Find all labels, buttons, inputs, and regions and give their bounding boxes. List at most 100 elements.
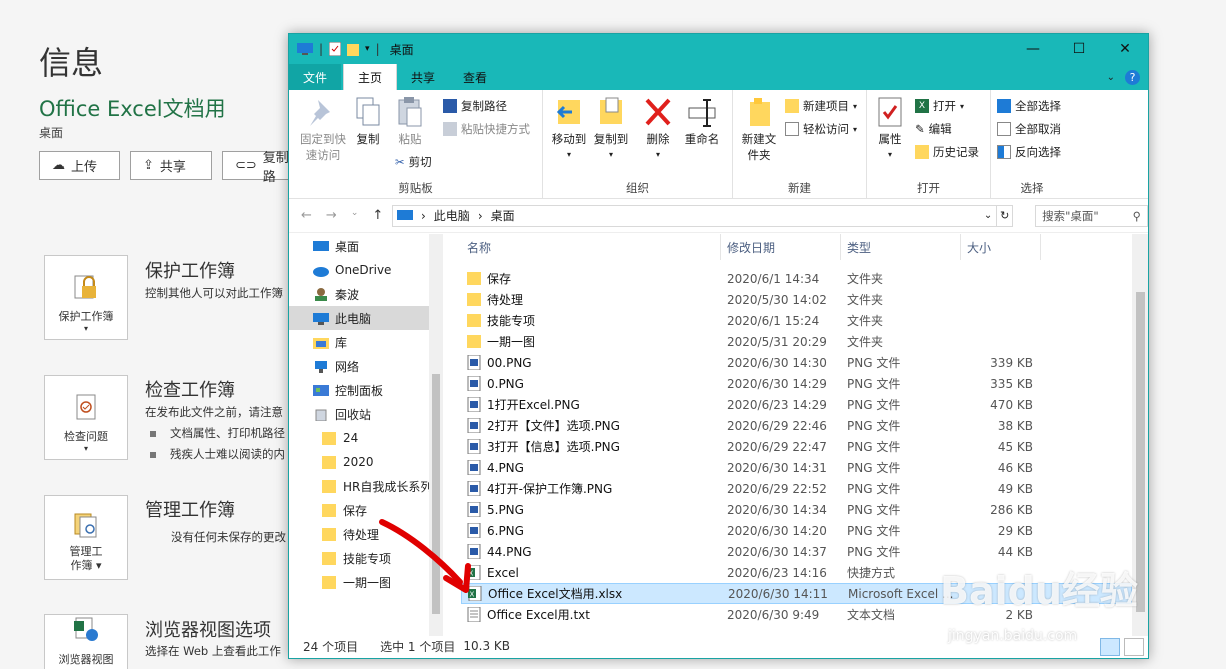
- help-icon[interactable]: ?: [1125, 69, 1140, 85]
- file-row[interactable]: 5.PNG 2020/6/30 14:34 PNG 文件 286 KB: [461, 499, 1132, 520]
- select-all-button[interactable]: 全部选择: [997, 98, 1061, 114]
- details-view-icon[interactable]: [1100, 638, 1120, 656]
- address-dropdown-icon[interactable]: ⌄: [984, 210, 996, 221]
- tab-share[interactable]: 共享: [397, 64, 449, 90]
- file-size: 38 KB: [997, 418, 1033, 433]
- selection-size: 10.3 KB: [463, 639, 510, 653]
- search-input[interactable]: 搜索"桌面" ⚲: [1035, 204, 1148, 227]
- file-size: 45 KB: [997, 439, 1033, 454]
- nav-item-folder[interactable]: 技能专项: [289, 546, 429, 570]
- nav-item-folder[interactable]: 24: [289, 426, 429, 450]
- copy-to-button[interactable]: 复制到 ▾: [591, 96, 631, 163]
- file-name: Office Excel用.txt: [487, 608, 590, 622]
- back-icon[interactable]: ←: [301, 208, 312, 223]
- new-folder-button[interactable]: 新建文件夹: [739, 96, 779, 163]
- file-date: 2020/6/30 14:37: [727, 544, 827, 559]
- expand-ribbon-icon[interactable]: ⌄: [1107, 72, 1115, 83]
- computer-icon: [396, 209, 413, 220]
- copy-icon: [356, 97, 380, 126]
- file-row[interactable]: 4.PNG 2020/6/30 14:31 PNG 文件 46 KB: [461, 457, 1132, 478]
- new-folder-icon[interactable]: [347, 42, 360, 56]
- copy-button[interactable]: 复制: [353, 96, 383, 147]
- nav-item-desktop[interactable]: 桌面: [289, 234, 429, 258]
- move-to-button[interactable]: 移动到 ▾: [549, 96, 589, 163]
- file-row[interactable]: 2打开【文件】选项.PNG 2020/6/29 22:46 PNG 文件 38 KB: [461, 415, 1132, 436]
- tab-home[interactable]: 主页: [343, 64, 398, 90]
- tab-file[interactable]: 文件: [289, 64, 342, 90]
- browser-view-button[interactable]: 浏览器视图: [44, 614, 128, 669]
- paste-button[interactable]: 粘贴: [395, 96, 425, 147]
- nav-item-library[interactable]: 库: [289, 330, 429, 354]
- nav-item-folder[interactable]: 待处理: [289, 522, 429, 546]
- file-row[interactable]: 6.PNG 2020/6/30 14:20 PNG 文件 29 KB: [461, 520, 1132, 541]
- file-row[interactable]: 待处理 2020/5/30 14:02 文件夹: [461, 289, 1132, 310]
- open-button[interactable]: X 打开 ▾: [915, 98, 964, 114]
- nav-item-user[interactable]: 秦波: [289, 282, 429, 306]
- share-button[interactable]: ⇪ 共享: [130, 151, 212, 180]
- column-headers: 名称 修改日期 类型 大小: [461, 234, 1132, 260]
- large-icons-view-icon[interactable]: [1124, 638, 1144, 656]
- file-row[interactable]: 一期一图 2020/5/31 20:29 文件夹: [461, 331, 1132, 352]
- close-button[interactable]: ✕: [1102, 34, 1148, 64]
- column-name[interactable]: 名称: [461, 234, 721, 260]
- file-row[interactable]: 4打开-保护工作簿.PNG 2020/6/29 22:52 PNG 文件 49 KB: [461, 478, 1132, 499]
- file-size: 335 KB: [990, 376, 1033, 391]
- breadcrumb-desktop[interactable]: 桌面: [491, 207, 515, 224]
- file-row[interactable]: 0.PNG 2020/6/30 14:29 PNG 文件 335 KB: [461, 373, 1132, 394]
- file-size: 470 KB: [990, 397, 1033, 412]
- invert-selection-button[interactable]: 反向选择: [997, 144, 1061, 160]
- manage-workbook-button[interactable]: 管理工 作簿 ▾: [44, 495, 128, 580]
- protect-workbook-button[interactable]: 保护工作簿 ▾: [44, 255, 128, 340]
- properties-button[interactable]: 属性 ▾: [873, 96, 907, 163]
- column-date[interactable]: 修改日期: [721, 234, 841, 260]
- customize-toolbar-icon[interactable]: ▾: [365, 44, 370, 54]
- history-button[interactable]: 历史记录: [915, 144, 979, 160]
- paste-shortcut-button[interactable]: 粘贴快捷方式: [443, 121, 530, 137]
- nav-item-folder[interactable]: 保存: [289, 498, 429, 522]
- column-size[interactable]: 大小: [961, 234, 1041, 260]
- minimize-button[interactable]: —: [1010, 34, 1056, 64]
- file-row[interactable]: 00.PNG 2020/6/30 14:30 PNG 文件 339 KB: [461, 352, 1132, 373]
- breadcrumb-this-pc[interactable]: 此电脑: [434, 207, 470, 224]
- rename-button[interactable]: 重命名: [679, 96, 725, 147]
- nav-item-folder[interactable]: 一期一图: [289, 570, 429, 594]
- forward-icon[interactable]: →: [326, 208, 337, 223]
- cut-button[interactable]: ✂ 剪切: [395, 154, 432, 170]
- file-name: 2打开【文件】选项.PNG: [487, 419, 620, 433]
- file-row[interactable]: 3打开【信息】选项.PNG 2020/6/29 22:47 PNG 文件 45 KB: [461, 436, 1132, 457]
- up-icon[interactable]: ↑: [372, 208, 383, 223]
- properties-icon[interactable]: [329, 42, 342, 56]
- maximize-button[interactable]: ☐: [1056, 34, 1102, 64]
- upload-button[interactable]: ☁ 上传: [39, 151, 120, 180]
- column-type[interactable]: 类型: [841, 234, 961, 260]
- copy-path-button[interactable]: 复制路径: [443, 98, 507, 114]
- nav-item-computer[interactable]: 此电脑: [289, 306, 429, 330]
- navigation-scrollbar[interactable]: [429, 234, 443, 636]
- file-row[interactable]: 44.PNG 2020/6/30 14:37 PNG 文件 44 KB: [461, 541, 1132, 562]
- nav-item-folder[interactable]: 2020: [289, 450, 429, 474]
- refresh-icon[interactable]: ↻: [997, 204, 1014, 227]
- selection-count: 选中 1 个项目: [380, 639, 456, 654]
- delete-button[interactable]: 删除 ▾: [641, 96, 675, 163]
- easy-access-button[interactable]: 轻松访问 ▾: [785, 121, 857, 137]
- folder-icon: [322, 431, 336, 445]
- file-row[interactable]: 技能专项 2020/6/1 15:24 文件夹: [461, 310, 1132, 331]
- nav-item-cloud[interactable]: OneDrive: [289, 258, 429, 282]
- new-item-button[interactable]: 新建项目 ▾: [785, 98, 857, 114]
- file-row[interactable]: 1打开Excel.PNG 2020/6/23 14:29 PNG 文件 470 KB: [461, 394, 1132, 415]
- recent-locations-icon[interactable]: ⌄: [351, 208, 359, 223]
- tab-view[interactable]: 查看: [449, 64, 501, 90]
- nav-item-network[interactable]: 网络: [289, 354, 429, 378]
- pin-quick-access-button[interactable]: 固定到快速访问: [295, 96, 351, 163]
- check-issues-button[interactable]: 检查问题 ▾: [44, 375, 128, 460]
- pin-icon: [310, 100, 330, 126]
- group-label: 打开: [917, 181, 940, 195]
- address-bar[interactable]: › 此电脑 › 桌面 ⌄: [391, 204, 998, 227]
- select-none-button[interactable]: 全部取消: [997, 121, 1061, 137]
- nav-item-recycle-bin[interactable]: 回收站: [289, 402, 429, 426]
- file-row[interactable]: 保存 2020/6/1 14:34 文件夹: [461, 268, 1132, 289]
- edit-button[interactable]: ✎ 编辑: [915, 121, 952, 137]
- nav-item-folder[interactable]: HR自我成长系列: [289, 474, 429, 498]
- file-size: 46 KB: [997, 460, 1033, 475]
- nav-item-control-panel[interactable]: 控制面板: [289, 378, 429, 402]
